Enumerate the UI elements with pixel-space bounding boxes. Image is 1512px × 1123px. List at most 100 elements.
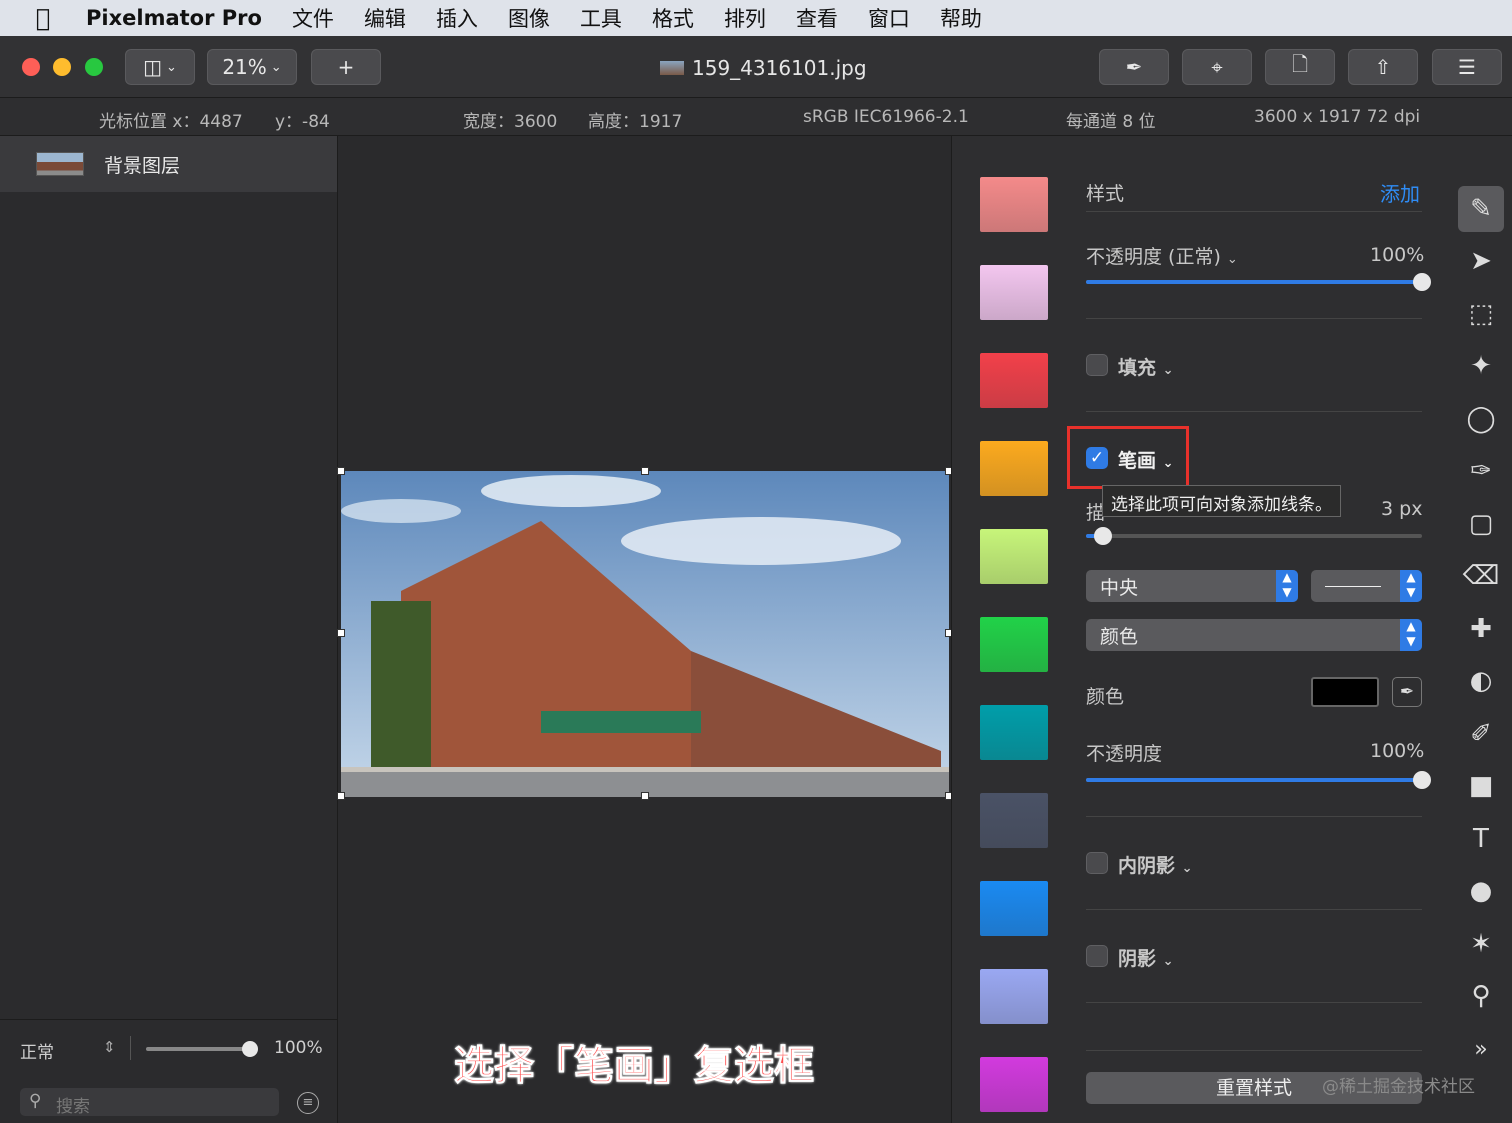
shadow-checkbox[interactable] [1086, 945, 1108, 967]
style-tool-icon[interactable]: ✎ [1458, 186, 1504, 232]
menu-format[interactable]: 格式 [652, 3, 694, 33]
resize-handle[interactable] [337, 467, 345, 475]
fill-label: 填充 [1118, 357, 1157, 379]
menu-edit[interactable]: 编辑 [364, 3, 406, 33]
blend-mode-popup[interactable]: 正常 [20, 1038, 54, 1063]
quick-select-tool-icon[interactable]: ✦ [1458, 343, 1504, 389]
canvas-photo[interactable] [341, 471, 949, 797]
style-preset-swatch[interactable] [980, 1057, 1048, 1112]
color-select-tool-icon[interactable]: ◯ [1458, 396, 1504, 442]
divider [1086, 1002, 1422, 1003]
divider [1086, 211, 1422, 212]
style-preset-swatch[interactable] [980, 705, 1048, 760]
opacity-slider[interactable] [1086, 273, 1431, 291]
gradient-tool-icon[interactable]: ▢ [1458, 501, 1504, 547]
adjustments-button[interactable]: ☰ [1432, 49, 1502, 85]
slider-knob[interactable] [242, 1041, 258, 1057]
warp-tool-icon[interactable]: ◐ [1458, 658, 1504, 704]
menu-help[interactable]: 帮助 [940, 3, 982, 33]
type-tool-icon[interactable]: T [1458, 816, 1504, 862]
style-preset-swatch[interactable] [980, 617, 1048, 672]
stroke-line-style-select[interactable]: ▲ ▼ [1311, 570, 1422, 602]
apple-menu-icon[interactable]:  [0, 4, 86, 32]
stroke-width-slider[interactable] [1086, 527, 1422, 545]
select-rect-tool-icon[interactable]: ⬚ [1458, 291, 1504, 337]
style-preset-swatch[interactable] [980, 529, 1048, 584]
style-preset-swatch[interactable] [980, 177, 1048, 232]
distort-tool-icon[interactable]: ✶ [1458, 921, 1504, 967]
opacity-mode-popup[interactable]: 不透明度 (正常) ⌄ [1086, 242, 1238, 269]
app-menu[interactable]: Pixelmator Pro [86, 6, 262, 30]
layer-row[interactable]: 背景图层 [0, 136, 337, 192]
highlight-box [1067, 426, 1189, 489]
layer-search-field[interactable]: ⚲ 搜索 [20, 1088, 279, 1117]
stroke-type-select[interactable]: 颜色 ▲ ▼ [1086, 619, 1422, 651]
resize-handle[interactable] [337, 629, 345, 637]
slider-knob[interactable] [1413, 273, 1431, 291]
style-preset-swatch[interactable] [980, 969, 1048, 1024]
shape-tool-icon[interactable]: ■ [1458, 763, 1504, 809]
zoom-popup[interactable]: 21% ⌄ [207, 49, 297, 85]
style-header: 样式 [1086, 183, 1125, 205]
more-tools-icon[interactable]: » [1458, 1026, 1504, 1072]
add-button[interactable]: + [311, 49, 381, 85]
image-width: 宽度：3600 [463, 112, 558, 132]
up-down-chevron-icon: ▲ ▼ [1276, 570, 1298, 602]
opacity-label: 不透明度 (正常) [1086, 246, 1221, 268]
menu-window[interactable]: 窗口 [868, 3, 910, 33]
layers-footer: 正常 ⇕ 100% ⚲ 搜索 ≡ [0, 1019, 337, 1123]
menu-tools[interactable]: 工具 [580, 3, 622, 33]
shadow-popup[interactable]: 阴影 ⌄ [1118, 944, 1174, 971]
layer-opacity-slider[interactable] [146, 1041, 258, 1057]
zoom-window-button[interactable] [85, 58, 103, 76]
canvas-area[interactable]: 选择「笔画」复选框 [337, 136, 953, 1123]
inner-shadow-checkbox[interactable] [1086, 852, 1108, 874]
crop-icon: ⌖ [1211, 55, 1223, 79]
resize-handle[interactable] [641, 467, 649, 475]
menu-arrange[interactable]: 排列 [724, 3, 766, 33]
eyedropper-icon[interactable]: ✒ [1392, 677, 1422, 707]
sidebar-toggle-button[interactable]: ◫ ⌄ [125, 49, 195, 85]
shadow-label: 阴影 [1118, 948, 1157, 970]
search-icon: ⚲ [29, 1091, 42, 1111]
up-down-chevron-icon: ▲ ▼ [1400, 570, 1422, 602]
add-style-link[interactable]: 添加 [1380, 178, 1420, 207]
crop-button[interactable]: ⌖ [1182, 49, 1252, 85]
resize-handle[interactable] [337, 792, 345, 800]
resize-handle[interactable] [641, 792, 649, 800]
stroke-opacity-value: 100% [1370, 740, 1425, 762]
style-preset-swatch[interactable] [980, 881, 1048, 936]
arrange-tool-icon[interactable]: ➤ [1458, 238, 1504, 284]
stroke-width-value: 3 px [1381, 498, 1423, 520]
style-preset-swatch[interactable] [980, 353, 1048, 408]
inner-shadow-popup[interactable]: 内阴影 ⌄ [1118, 851, 1193, 878]
zoom-tool-icon[interactable]: ⚲ [1458, 973, 1504, 1019]
format-button[interactable]: 🗋 [1265, 49, 1335, 85]
pen-tool-icon[interactable]: ✐ [1458, 711, 1504, 757]
style-preset-swatch[interactable] [980, 441, 1048, 496]
fill-checkbox[interactable] [1086, 354, 1108, 376]
stroke-color-well[interactable] [1311, 677, 1379, 707]
share-button[interactable]: ⇧ [1348, 49, 1418, 85]
style-preset-swatch[interactable] [980, 265, 1048, 320]
menu-image[interactable]: 图像 [508, 3, 550, 33]
slider-knob[interactable] [1413, 771, 1431, 789]
menu-file[interactable]: 文件 [292, 3, 334, 33]
menu-insert[interactable]: 插入 [436, 3, 478, 33]
fill-popup[interactable]: 填充 ⌄ [1118, 353, 1174, 380]
draw-tool-button[interactable]: ✒ [1099, 49, 1169, 85]
style-preset-swatch[interactable] [980, 793, 1048, 848]
minimize-window-button[interactable] [53, 58, 71, 76]
up-down-chevron-icon[interactable]: ⇕ [103, 1038, 116, 1056]
layer-thumbnail [36, 152, 84, 176]
eraser-tool-icon[interactable]: ⌫ [1458, 553, 1504, 599]
effects-tool-icon[interactable]: ● [1458, 868, 1504, 914]
slider-knob[interactable] [1094, 527, 1112, 545]
close-window-button[interactable] [22, 58, 40, 76]
paint-tool-icon[interactable]: ✑ [1458, 448, 1504, 494]
stroke-opacity-slider[interactable] [1086, 771, 1431, 789]
stroke-position-select[interactable]: 中央 ▲ ▼ [1086, 570, 1298, 602]
filter-icon[interactable]: ≡ [297, 1092, 319, 1114]
menu-view[interactable]: 查看 [796, 3, 838, 33]
repair-tool-icon[interactable]: ✚ [1458, 606, 1504, 652]
